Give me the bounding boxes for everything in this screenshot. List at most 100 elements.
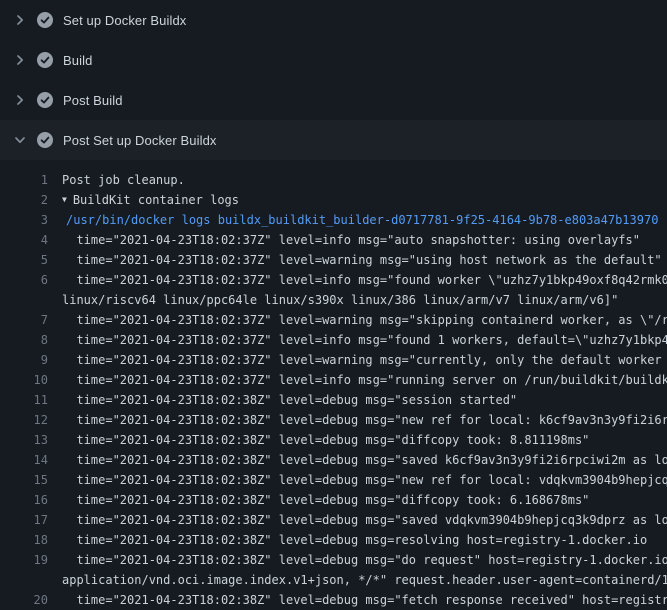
group-toggle-triangle-icon[interactable]: ▼	[62, 190, 67, 210]
log-text: time="2021-04-23T18:02:38Z" level=debug …	[62, 493, 589, 507]
success-check-icon	[37, 12, 53, 28]
log-text: time="2021-04-23T18:02:38Z" level=debug …	[62, 433, 589, 447]
log-line-text: time="2021-04-23T18:02:38Z" level=debug …	[62, 490, 667, 510]
log-text: time="2021-04-23T18:02:37Z" level=info m…	[62, 333, 667, 347]
line-number-link[interactable]: 19	[0, 550, 48, 570]
log-line: 3 /usr/bin/docker logs buildx_buildkit_b…	[0, 210, 667, 230]
log-line-text: /usr/bin/docker logs buildx_buildkit_bui…	[62, 210, 667, 230]
log-line: 11 time="2021-04-23T18:02:38Z" level=deb…	[0, 390, 667, 410]
log-text: time="2021-04-23T18:02:38Z" level=debug …	[62, 413, 667, 427]
line-number-link[interactable]: 5	[0, 250, 48, 270]
log-output: 1 Post job cleanup. 2 ▼ BuildKit containe…	[0, 160, 667, 610]
line-number-link[interactable]: 4	[0, 230, 48, 250]
log-text: BuildKit container logs	[73, 193, 239, 207]
log-line: 1 Post job cleanup.	[0, 170, 667, 190]
workflow-log-viewer: Set up Docker Buildx Build P	[0, 0, 667, 610]
log-line-text: time="2021-04-23T18:02:37Z" level=warnin…	[62, 250, 667, 270]
log-text: time="2021-04-23T18:02:38Z" level=debug …	[62, 453, 667, 467]
log-line: 8 time="2021-04-23T18:02:37Z" level=info…	[0, 330, 667, 350]
line-number-link[interactable]: 14	[0, 450, 48, 470]
log-line: 14 time="2021-04-23T18:02:38Z" level=deb…	[0, 450, 667, 470]
chevron-down-icon	[13, 133, 27, 147]
log-group-header-set-up-docker-buildx[interactable]: Set up Docker Buildx	[0, 0, 667, 40]
line-number-link[interactable]: 6	[0, 270, 48, 290]
line-number-link[interactable]	[0, 570, 48, 590]
chevron-right-icon	[13, 93, 27, 107]
log-line-text: time="2021-04-23T18:02:38Z" level=debug …	[62, 550, 667, 570]
line-number-link[interactable]: 9	[0, 350, 48, 370]
log-text: time="2021-04-23T18:02:38Z" level=debug …	[62, 393, 517, 407]
step-group-list: Set up Docker Buildx Build P	[0, 0, 667, 160]
line-number-link[interactable]	[0, 290, 48, 310]
log-line: 2 ▼ BuildKit container logs	[0, 190, 667, 210]
log-text: Post job cleanup.	[62, 173, 185, 187]
log-line: linux/riscv64 linux/ppc64le linux/s390x …	[0, 290, 667, 310]
log-line-text: time="2021-04-23T18:02:38Z" level=debug …	[62, 530, 667, 550]
success-check-icon	[37, 92, 53, 108]
line-number-link[interactable]: 2	[0, 190, 48, 210]
log-text: time="2021-04-23T18:02:37Z" level=warnin…	[62, 353, 667, 367]
success-check-icon	[37, 132, 53, 148]
log-line-text: application/vnd.oci.image.index.v1+json,…	[62, 570, 667, 590]
line-number-link[interactable]: 20	[0, 590, 48, 610]
line-number-link[interactable]: 12	[0, 410, 48, 430]
log-text: time="2021-04-23T18:02:38Z" level=debug …	[62, 513, 667, 527]
log-line-text: time="2021-04-23T18:02:37Z" level=info m…	[62, 230, 667, 250]
log-group-label: Build	[63, 53, 92, 68]
line-number-link[interactable]: 8	[0, 330, 48, 350]
line-number-link[interactable]: 17	[0, 510, 48, 530]
line-number-link[interactable]: 1	[0, 170, 48, 190]
log-line: 9 time="2021-04-23T18:02:37Z" level=warn…	[0, 350, 667, 370]
log-line-text: time="2021-04-23T18:02:38Z" level=debug …	[62, 450, 667, 470]
log-text: time="2021-04-23T18:02:38Z" level=debug …	[62, 593, 667, 607]
line-number-link[interactable]: 10	[0, 370, 48, 390]
log-line-text: time="2021-04-23T18:02:37Z" level=info m…	[62, 330, 667, 350]
log-line: 17 time="2021-04-23T18:02:38Z" level=deb…	[0, 510, 667, 530]
log-line: 12 time="2021-04-23T18:02:38Z" level=deb…	[0, 410, 667, 430]
log-line: 15 time="2021-04-23T18:02:38Z" level=deb…	[0, 470, 667, 490]
log-text: time="2021-04-23T18:02:38Z" level=debug …	[62, 533, 647, 547]
log-group-header-post-build[interactable]: Post Build	[0, 80, 667, 120]
log-text: /usr/bin/docker logs buildx_buildkit_bui…	[66, 213, 658, 227]
log-group-label: Post Build	[63, 93, 123, 108]
log-group-label: Set up Docker Buildx	[63, 13, 186, 28]
log-text: time="2021-04-23T18:02:37Z" level=warnin…	[62, 253, 662, 267]
log-line-text: time="2021-04-23T18:02:38Z" level=debug …	[62, 390, 667, 410]
line-number-link[interactable]: 7	[0, 310, 48, 330]
line-number-link[interactable]: 11	[0, 390, 48, 410]
log-text: time="2021-04-23T18:02:38Z" level=debug …	[62, 473, 667, 487]
line-number-link[interactable]: 16	[0, 490, 48, 510]
log-group-header-post-set-up-docker-buildx[interactable]: Post Set up Docker Buildx	[0, 120, 667, 160]
chevron-right-icon	[13, 13, 27, 27]
log-text: linux/riscv64 linux/ppc64le linux/s390x …	[62, 293, 618, 307]
log-line-text: time="2021-04-23T18:02:37Z" level=warnin…	[62, 350, 667, 370]
log-line: 19 time="2021-04-23T18:02:38Z" level=deb…	[0, 550, 667, 570]
line-number-link[interactable]: 15	[0, 470, 48, 490]
chevron-right-icon	[13, 53, 27, 67]
log-line: 4 time="2021-04-23T18:02:37Z" level=info…	[0, 230, 667, 250]
log-text: application/vnd.oci.image.index.v1+json,…	[62, 573, 667, 587]
log-line-text[interactable]: ▼ BuildKit container logs	[62, 190, 667, 210]
log-line: application/vnd.oci.image.index.v1+json,…	[0, 570, 667, 590]
log-line-text: time="2021-04-23T18:02:37Z" level=warnin…	[62, 310, 667, 330]
line-number-link[interactable]: 3	[0, 210, 48, 230]
line-number-link[interactable]: 18	[0, 530, 48, 550]
log-group-label: Post Set up Docker Buildx	[63, 133, 217, 148]
log-text: time="2021-04-23T18:02:37Z" level=info m…	[62, 373, 667, 387]
log-line-text: time="2021-04-23T18:02:38Z" level=debug …	[62, 590, 667, 610]
log-line: 7 time="2021-04-23T18:02:37Z" level=warn…	[0, 310, 667, 330]
log-line-text: linux/riscv64 linux/ppc64le linux/s390x …	[62, 290, 667, 310]
log-line: 13 time="2021-04-23T18:02:38Z" level=deb…	[0, 430, 667, 450]
log-line-text: Post job cleanup.	[62, 170, 667, 190]
line-number-link[interactable]: 13	[0, 430, 48, 450]
log-group-header-build[interactable]: Build	[0, 40, 667, 80]
log-text: time="2021-04-23T18:02:38Z" level=debug …	[62, 553, 667, 567]
log-line-text: time="2021-04-23T18:02:37Z" level=info m…	[62, 370, 667, 390]
log-line: 6 time="2021-04-23T18:02:37Z" level=info…	[0, 270, 667, 290]
log-line-text: time="2021-04-23T18:02:38Z" level=debug …	[62, 430, 667, 450]
log-text: time="2021-04-23T18:02:37Z" level=info m…	[62, 233, 640, 247]
log-text: time="2021-04-23T18:02:37Z" level=info m…	[62, 273, 667, 287]
log-line: 10 time="2021-04-23T18:02:37Z" level=inf…	[0, 370, 667, 390]
log-line: 16 time="2021-04-23T18:02:38Z" level=deb…	[0, 490, 667, 510]
log-line: 18 time="2021-04-23T18:02:38Z" level=deb…	[0, 530, 667, 550]
